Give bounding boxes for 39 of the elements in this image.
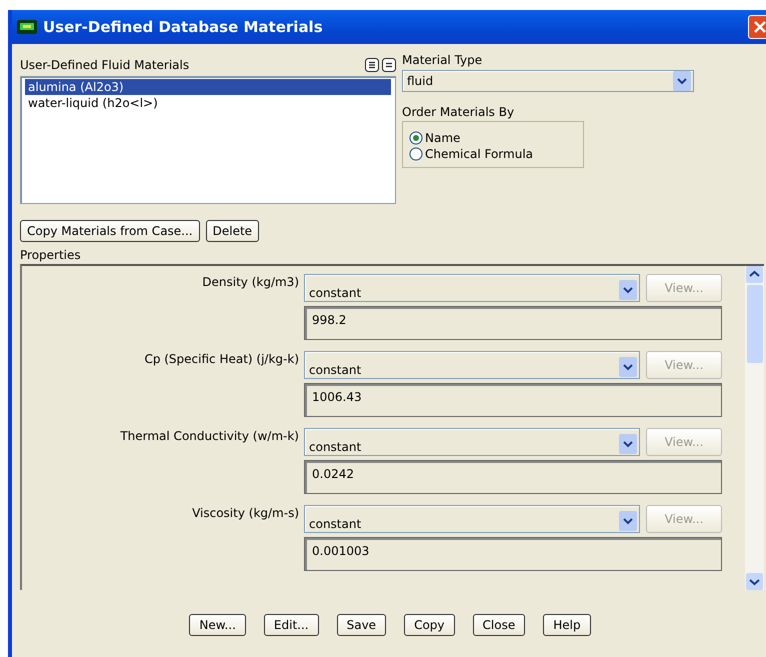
method-dropdown[interactable]: constant — [304, 428, 640, 456]
dialog-button[interactable]: Help — [543, 614, 591, 636]
method-dropdown[interactable]: constant — [304, 274, 640, 302]
list-label: User-Defined Fluid Materials — [20, 58, 190, 72]
dialog-button[interactable]: Save — [336, 614, 386, 636]
list-button[interactable]: Copy Materials from Case... — [20, 220, 200, 242]
material-type-label: Material Type — [402, 53, 484, 67]
list-view-icon[interactable] — [365, 58, 379, 72]
list-button[interactable]: Delete — [206, 220, 260, 242]
value-field[interactable]: 0.0242 — [304, 460, 722, 494]
scrollbar[interactable] — [745, 266, 764, 590]
value-field[interactable]: 998.2 — [304, 306, 722, 340]
order-by-label: Order Materials By — [402, 105, 516, 119]
window-title: User-Defined Database Materials — [43, 18, 323, 36]
collapse-icon[interactable] — [382, 58, 396, 72]
scroll-up-icon[interactable] — [746, 266, 763, 283]
dialog-button[interactable]: New... — [189, 614, 246, 636]
material-type-dropdown[interactable]: fluid — [402, 70, 694, 92]
property-label: Thermal Conductivity (w/m-k) — [119, 428, 299, 443]
dialog-button[interactable]: Close — [472, 614, 526, 636]
scroll-down-icon[interactable] — [746, 573, 763, 590]
property-label: Viscosity (kg/m-s) — [191, 505, 299, 520]
app-icon — [17, 19, 37, 35]
close-button[interactable] — [748, 15, 766, 39]
property-label: Density (kg/m3) — [201, 274, 299, 289]
radio-option[interactable]: Name — [409, 131, 577, 145]
list-item[interactable]: alumina (Al2o3) — [25, 79, 391, 95]
dialog-button[interactable]: Edit... — [264, 614, 319, 636]
scroll-thumb[interactable] — [746, 285, 762, 363]
dialog-button[interactable]: Copy — [404, 614, 455, 636]
value-field[interactable]: 1006.43 — [304, 383, 722, 417]
property-label: Cp (Specific Heat) (j/kg-k) — [143, 351, 299, 366]
radio-option[interactable]: Chemical Formula — [409, 147, 577, 161]
method-dropdown[interactable]: constant — [304, 505, 640, 533]
close-icon — [752, 19, 766, 35]
properties-label: Properties — [20, 248, 82, 262]
method-dropdown[interactable]: constant — [304, 351, 640, 379]
value-field[interactable]: 0.001003 — [304, 537, 722, 571]
list-item[interactable]: water-liquid (h2o<l>) — [25, 95, 391, 111]
